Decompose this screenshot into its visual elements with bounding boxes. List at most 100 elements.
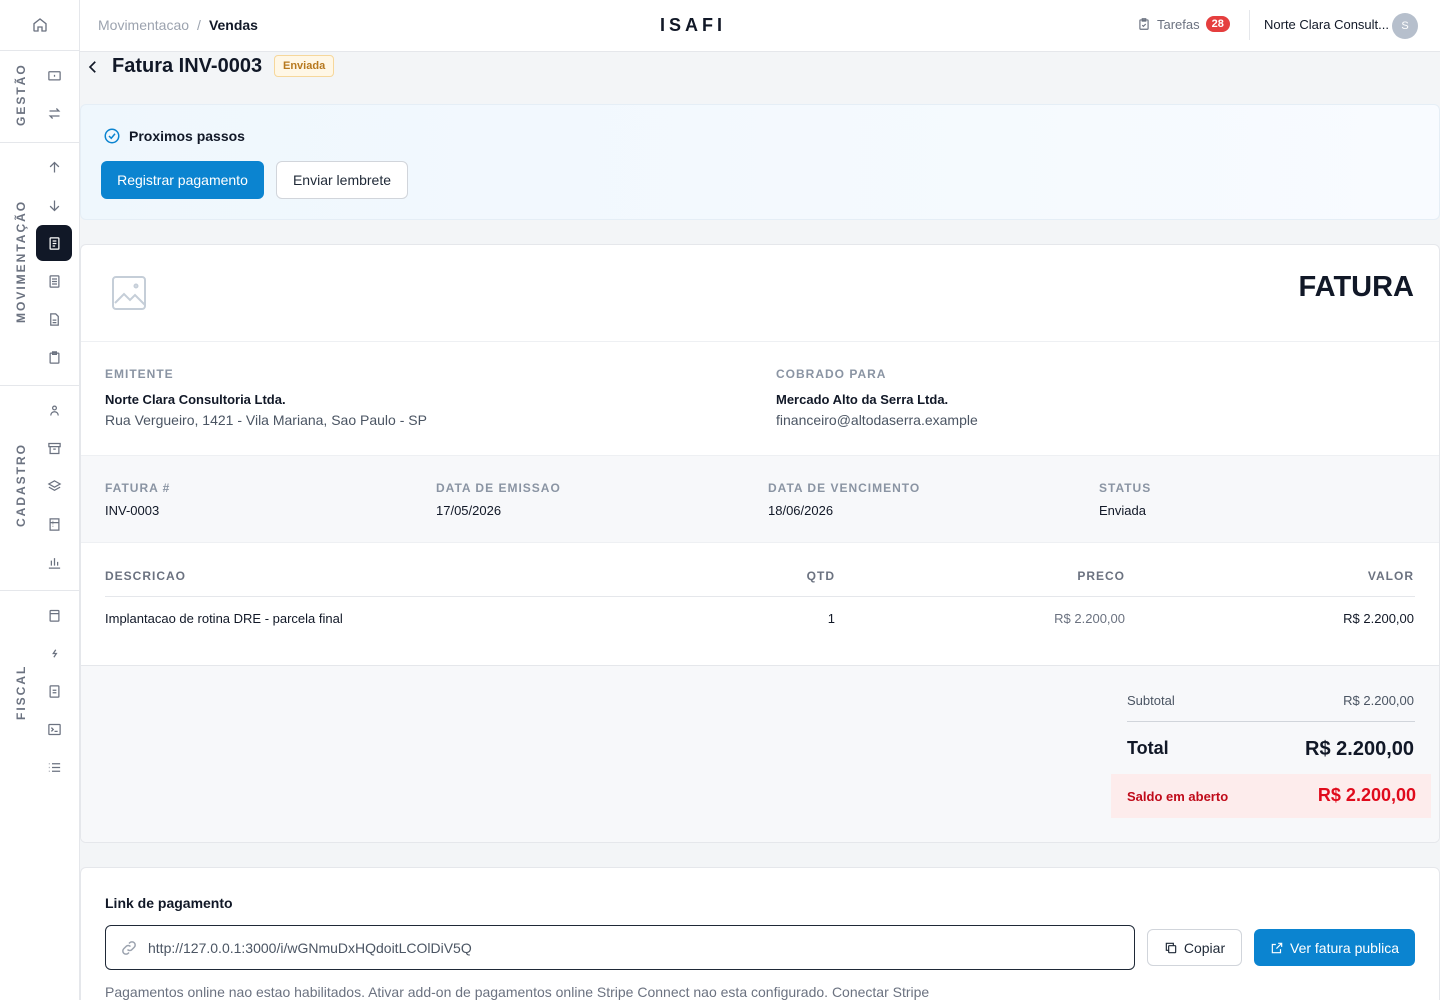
due-date-label: DATA DE VENCIMENTO bbox=[768, 481, 921, 495]
sidebar-group-fiscal: FISCAL bbox=[0, 591, 79, 791]
user-icon bbox=[49, 405, 59, 416]
register-payment-button[interactable]: Registrar pagamento bbox=[101, 161, 264, 199]
home-button[interactable] bbox=[0, 0, 79, 51]
row-qty: 1 bbox=[827, 611, 835, 626]
archive-icon bbox=[47, 442, 61, 454]
issuer-address: Rua Vergueiro, 1421 - Vila Mariana, Sao … bbox=[105, 412, 427, 428]
payment-url: http://127.0.0.1:3000/i/wGNmuDxHQdoitLCO… bbox=[148, 939, 472, 956]
sidebar-item-products[interactable] bbox=[36, 430, 72, 466]
tasks-button[interactable]: Tarefas 28 bbox=[1137, 16, 1230, 32]
sidebar-group-movimentacao: MOVIMENTAÇÃO bbox=[0, 143, 79, 386]
sidebar-item-income[interactable] bbox=[36, 149, 72, 185]
sidebar-item-list[interactable] bbox=[36, 749, 72, 785]
page-title: Fatura INV-0003 bbox=[112, 55, 263, 77]
sidebar-item-expenses[interactable] bbox=[36, 187, 72, 223]
copy-icon bbox=[1165, 942, 1177, 953]
app-brand: ISAFI bbox=[660, 15, 727, 35]
tasks-label: Tarefas bbox=[1157, 16, 1200, 32]
row-description: Implantacao de rotina DRE - parcela fina… bbox=[105, 611, 343, 626]
total-value: R$ 2.200,00 bbox=[1305, 738, 1414, 760]
send-reminder-button[interactable]: Enviar lembrete bbox=[276, 161, 408, 199]
divider bbox=[1127, 721, 1415, 722]
copy-button-label: Copiar bbox=[1183, 939, 1226, 956]
payment-link-title: Link de pagamento bbox=[105, 895, 233, 911]
subtotal-value: R$ 2.200,00 bbox=[1343, 693, 1414, 708]
invoice-heading: FATURA bbox=[1298, 271, 1414, 303]
payments-disabled-note: Pagamentos online nao estao habilitados.… bbox=[105, 984, 930, 1000]
sidebar-item-documents[interactable] bbox=[36, 301, 72, 337]
column-header-description: DESCRICAO bbox=[105, 569, 187, 583]
sidebar-item-dashboard[interactable] bbox=[36, 57, 72, 93]
total-label: Total bbox=[1127, 738, 1169, 758]
back-button[interactable] bbox=[84, 58, 102, 76]
invoice-document: FATURA EMITENTE Norte Clara Consultoria … bbox=[80, 244, 1440, 843]
issue-date: 17/05/2026 bbox=[436, 503, 502, 518]
logo-placeholder-icon bbox=[111, 275, 147, 311]
arrow-down-icon bbox=[49, 200, 59, 211]
breadcrumb-parent-link[interactable]: Movimentacao bbox=[98, 17, 189, 33]
invoice-number-label: FATURA # bbox=[105, 481, 171, 495]
breadcrumb-current: Vendas bbox=[208, 17, 258, 33]
wallet-icon bbox=[47, 70, 61, 80]
sidebar-item-receipts[interactable] bbox=[36, 263, 72, 299]
clipboard-check-icon bbox=[1139, 18, 1149, 30]
page-header: Fatura INV-0003 Enviada bbox=[80, 52, 1440, 82]
invoice-number: INV-0003 bbox=[105, 503, 160, 518]
invoice-icon bbox=[49, 236, 59, 250]
view-button-label: Ver fatura publica bbox=[1290, 939, 1399, 956]
next-steps-title: Proximos passos bbox=[129, 128, 245, 144]
avatar[interactable]: S bbox=[1392, 13, 1418, 39]
payment-url-field[interactable]: http://127.0.0.1:3000/i/wGNmuDxHQdoitLCO… bbox=[105, 925, 1135, 970]
issuer-label: EMITENTE bbox=[105, 367, 174, 381]
sidebar-item-reports[interactable] bbox=[36, 544, 72, 580]
next-steps-header: Proximos passos bbox=[103, 127, 245, 145]
row-amount: R$ 2.200,00 bbox=[1343, 611, 1414, 626]
tasks-count-badge: 28 bbox=[1205, 16, 1230, 32]
dollar-icon bbox=[51, 648, 58, 658]
subtotal-label: Subtotal bbox=[1127, 693, 1175, 708]
link-icon bbox=[122, 940, 136, 955]
billed-to-label: COBRADO PARA bbox=[776, 367, 887, 381]
next-steps-panel: Proximos passos Registrar pagamento Envi… bbox=[80, 104, 1440, 220]
box-icon bbox=[49, 609, 59, 622]
building-icon bbox=[49, 517, 59, 531]
receipt-icon bbox=[49, 274, 59, 288]
sidebar-group-label: GESTÃO bbox=[14, 63, 28, 126]
billed-to-email: financeiro@altodaserra.example bbox=[776, 412, 978, 428]
view-public-invoice-button[interactable]: Ver fatura publica bbox=[1254, 929, 1415, 966]
column-header-qty: QTD bbox=[806, 569, 835, 583]
copy-link-button[interactable]: Copiar bbox=[1147, 929, 1242, 966]
column-header-amount: VALOR bbox=[1367, 569, 1414, 583]
balance-due-value: R$ 2.200,00 bbox=[1317, 785, 1416, 805]
sidebar-item-transfers[interactable] bbox=[36, 95, 72, 131]
sidebar-item-terminal[interactable] bbox=[36, 711, 72, 747]
breadcrumb-separator: / bbox=[197, 17, 201, 33]
payment-link-card: Link de pagamento http://127.0.0.1:3000/… bbox=[80, 867, 1440, 1000]
due-date: 18/06/2026 bbox=[768, 503, 834, 518]
sidebar-group-label: CADASTRO bbox=[14, 443, 28, 527]
sidebar-item-clients[interactable] bbox=[36, 392, 72, 428]
sidebar: GESTÃO MOVIMENTAÇÃO CADASTRO FISCAL bbox=[0, 0, 80, 1000]
external-link-icon bbox=[1271, 942, 1283, 953]
bar-chart-icon bbox=[48, 557, 60, 569]
sidebar-item-tax-box[interactable] bbox=[36, 597, 72, 633]
sidebar-item-fiscal-docs[interactable] bbox=[36, 673, 72, 709]
row-price: R$ 2.200,00 bbox=[1054, 611, 1125, 626]
sidebar-group-label: FISCAL bbox=[14, 664, 28, 720]
invoice-meta: FATURA # INV-0003 DATA DE EMISSAO 17/05/… bbox=[81, 455, 1439, 543]
divider bbox=[81, 341, 1439, 342]
balance-due-label: Saldo em aberto bbox=[1127, 789, 1229, 804]
sidebar-item-invoices[interactable] bbox=[36, 225, 72, 261]
sidebar-item-taxes[interactable] bbox=[36, 635, 72, 671]
clipboard-icon bbox=[49, 350, 59, 364]
divider bbox=[105, 596, 1415, 597]
sidebar-item-tasks[interactable] bbox=[36, 339, 72, 375]
breadcrumb: Movimentacao / Vendas bbox=[98, 17, 258, 33]
status-label: STATUS bbox=[1099, 481, 1152, 495]
status-badge: Enviada bbox=[274, 55, 335, 77]
check-circle-icon bbox=[104, 128, 120, 144]
sidebar-item-categories[interactable] bbox=[36, 468, 72, 504]
company-selector[interactable]: Norte Clara Consult... bbox=[1264, 17, 1389, 32]
sidebar-group-gestao: GESTÃO bbox=[0, 52, 79, 143]
sidebar-item-accounts[interactable] bbox=[36, 506, 72, 542]
